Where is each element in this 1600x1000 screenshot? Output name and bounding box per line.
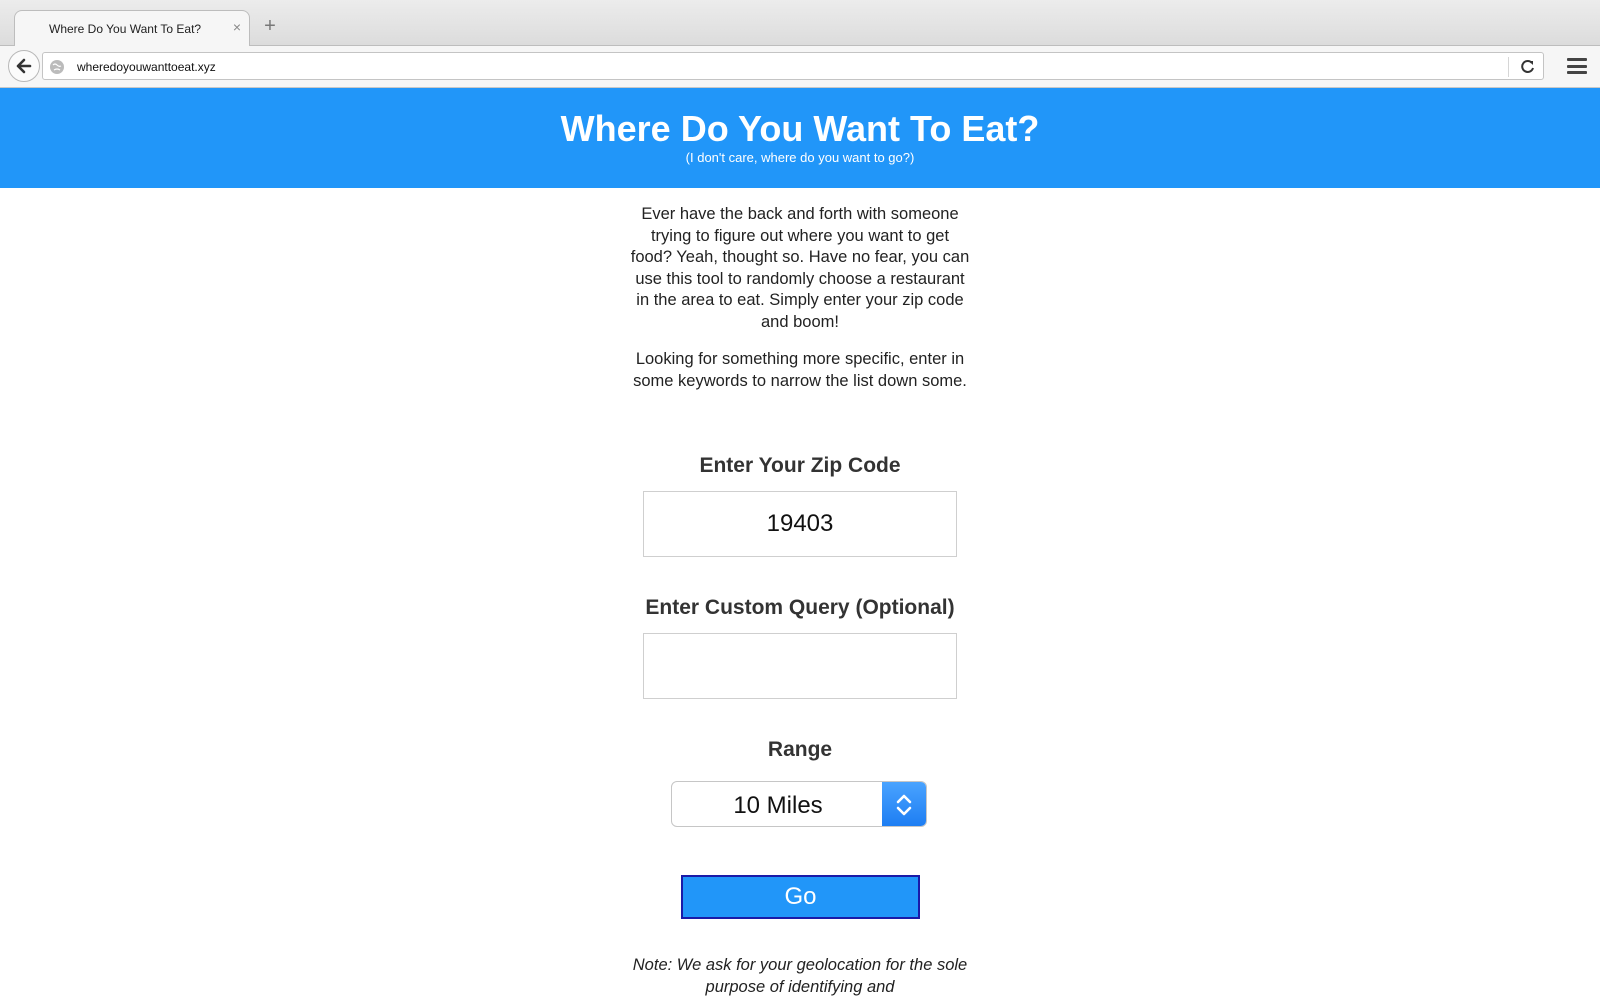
up-down-chevron-icon bbox=[896, 794, 912, 816]
back-arrow-icon bbox=[16, 58, 32, 74]
range-select[interactable]: 10 Miles bbox=[671, 781, 927, 827]
range-label: Range bbox=[767, 738, 833, 761]
hamburger-menu-icon[interactable] bbox=[1564, 54, 1590, 78]
custom-query-input[interactable] bbox=[643, 633, 957, 699]
keywords-paragraph: Looking for something more specific, ent… bbox=[633, 350, 967, 390]
back-button[interactable] bbox=[8, 50, 40, 82]
page-title: Where Do You Want To Eat? bbox=[560, 108, 1040, 149]
address-bar[interactable]: wheredoyouwanttoeat.xyz bbox=[42, 52, 1544, 80]
intro-paragraph: Ever have the back and forth with someon… bbox=[630, 205, 970, 331]
select-arrows-icon[interactable] bbox=[882, 782, 926, 826]
intro-section: Ever have the back and forth with someon… bbox=[630, 204, 970, 392]
range-selected-value: 10 Miles bbox=[733, 792, 823, 819]
page-subtitle: (I don't care, where do you want to go?) bbox=[685, 150, 915, 165]
close-tab-icon[interactable]: × bbox=[229, 19, 245, 35]
geolocation-note: Note: We ask for your geolocation for th… bbox=[632, 956, 968, 996]
url-text[interactable]: wheredoyouwanttoeat.xyz bbox=[77, 60, 216, 74]
browser-tab[interactable]: Where Do You Want To Eat? × bbox=[14, 10, 250, 47]
tab-title: Where Do You Want To Eat? bbox=[49, 22, 202, 36]
globe-icon bbox=[50, 60, 64, 74]
zip-code-label: Enter Your Zip Code bbox=[699, 454, 901, 477]
browser-nav-bar: wheredoyouwanttoeat.xyz bbox=[0, 46, 1600, 88]
zip-code-input[interactable] bbox=[643, 491, 957, 557]
browser-tab-bar: Where Do You Want To Eat? × + bbox=[0, 0, 1600, 47]
custom-query-label: Enter Custom Query (Optional) bbox=[645, 596, 955, 619]
new-tab-button[interactable]: + bbox=[260, 16, 280, 36]
go-button[interactable]: Go bbox=[681, 875, 920, 919]
reload-icon[interactable] bbox=[1519, 58, 1537, 76]
site-header: Where Do You Want To Eat? (I don't care,… bbox=[0, 88, 1600, 188]
url-divider bbox=[1508, 57, 1509, 77]
